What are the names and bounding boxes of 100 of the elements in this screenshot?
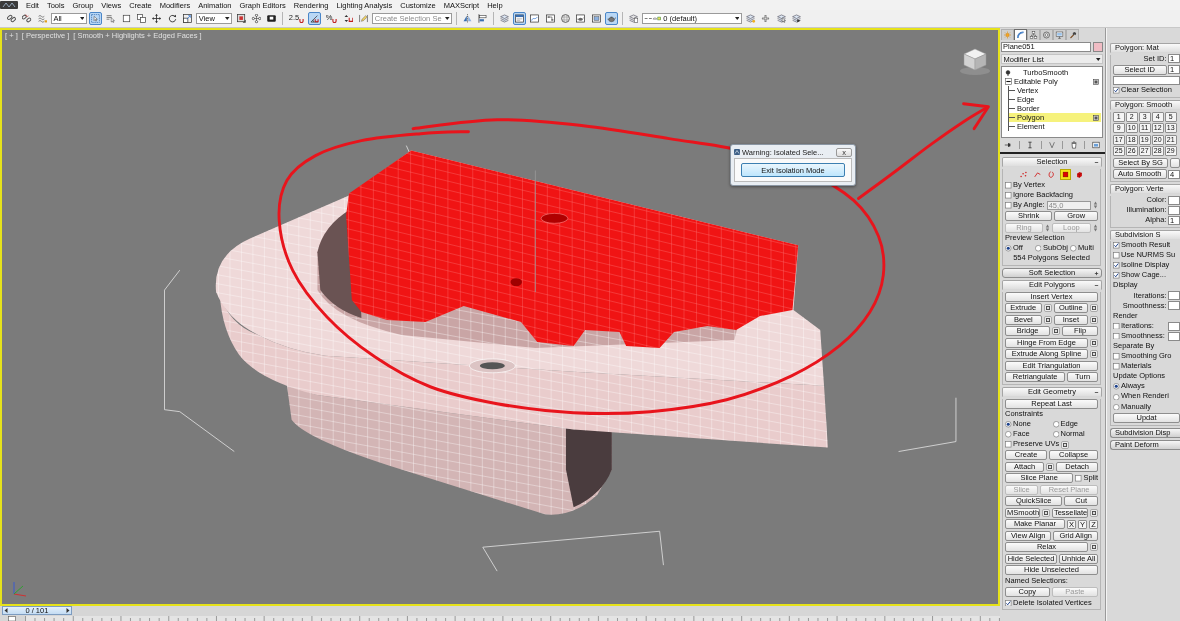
settings-icon[interactable]	[1090, 543, 1098, 552]
bent-curve-icon[interactable]	[1014, 29, 1027, 40]
radio-button[interactable]	[1052, 421, 1059, 428]
spinner-arrows-icon[interactable]	[1093, 223, 1098, 232]
chain-link-icon[interactable]	[5, 12, 18, 25]
settings-icon[interactable]	[1090, 338, 1098, 347]
broken-chain-icon[interactable]	[20, 12, 34, 25]
pencil-brackets-icon[interactable]	[357, 12, 371, 25]
settings-icon[interactable]	[1052, 327, 1061, 336]
settings-icon[interactable]	[1090, 315, 1098, 324]
settings-icon[interactable]	[1090, 508, 1098, 517]
align-bars-icon[interactable]	[476, 12, 490, 25]
checkbox[interactable]	[1005, 182, 1012, 189]
list-cursor-icon[interactable]	[104, 12, 118, 25]
input-field[interactable]	[1168, 291, 1180, 301]
radio-button[interactable]	[1005, 245, 1012, 252]
checker-sphere-icon[interactable]	[559, 12, 572, 25]
settings-icon[interactable]	[1041, 508, 1050, 517]
checkbox[interactable]	[1113, 322, 1120, 330]
settings-icon[interactable]	[1043, 315, 1052, 324]
scale-squares-icon[interactable]	[180, 12, 194, 25]
polygon-square-icon[interactable]	[1060, 168, 1071, 180]
checkbox[interactable]	[1113, 272, 1120, 279]
four-way-arrows-icon[interactable]	[150, 12, 164, 25]
spinner-arrows-icon[interactable]	[1044, 223, 1050, 232]
minus-toggle-icon[interactable]	[1094, 282, 1099, 288]
checkbox[interactable]	[1005, 599, 1012, 607]
layer-cursor-icon[interactable]	[774, 12, 788, 25]
input-field[interactable]	[1168, 301, 1180, 311]
configure-icon[interactable]	[1091, 141, 1100, 149]
settings-icon[interactable]	[1046, 462, 1055, 471]
angle-magnet-icon[interactable]	[308, 12, 322, 25]
hammer-icon[interactable]	[1066, 29, 1079, 40]
magnet-icon	[332, 19, 338, 23]
checkbox[interactable]	[1005, 192, 1012, 199]
layer-status-icon	[644, 16, 662, 21]
ribbon-window-icon[interactable]	[513, 12, 527, 25]
minus-box-icon[interactable]	[1005, 78, 1012, 85]
light-bulb-icon[interactable]	[1005, 69, 1011, 76]
monitor-icon[interactable]	[1053, 29, 1066, 40]
border-loop-icon[interactable]	[1046, 168, 1057, 180]
settings-icon[interactable]	[1090, 304, 1098, 313]
settings-icon[interactable]	[1043, 304, 1052, 313]
input-field[interactable]	[1168, 331, 1180, 341]
teapot-icon[interactable]	[604, 12, 618, 25]
checkbox[interactable]	[1113, 87, 1120, 94]
settings-icon[interactable]	[1061, 440, 1070, 449]
checkbox[interactable]	[1113, 252, 1120, 259]
color-swatch-icon[interactable]	[1093, 42, 1103, 52]
disc-icon[interactable]	[1040, 29, 1053, 40]
cursor-in-box-icon[interactable]	[89, 12, 103, 25]
radio-button[interactable]	[1070, 245, 1077, 252]
checkbox[interactable]	[1113, 332, 1120, 340]
checkbox[interactable]	[1005, 202, 1012, 209]
command-button[interactable]	[1169, 157, 1180, 168]
square-in-square-icon[interactable]	[1093, 114, 1099, 121]
curve-window-icon[interactable]	[528, 12, 542, 25]
ibeam-icon[interactable]	[1026, 141, 1035, 149]
pivot-square-icon[interactable]	[234, 12, 248, 25]
input-field[interactable]	[1113, 75, 1180, 85]
input-field[interactable]	[1168, 195, 1180, 205]
layer-arrow-icon[interactable]	[790, 12, 803, 25]
checkbox[interactable]	[1113, 242, 1120, 249]
checkbox[interactable]	[1005, 441, 1012, 448]
input-field[interactable]	[1168, 321, 1180, 331]
overlapping-squares-icon[interactable]	[135, 12, 149, 25]
radio-button[interactable]	[1113, 403, 1120, 411]
radio-button[interactable]	[1052, 431, 1059, 438]
picture-window-icon[interactable]	[589, 12, 603, 25]
input-field[interactable]	[1168, 205, 1180, 215]
checkbox[interactable]	[1113, 262, 1120, 269]
radio-button[interactable]	[1005, 421, 1012, 428]
trash-icon[interactable]	[1069, 141, 1078, 149]
chevron-down-icon[interactable]	[1047, 141, 1056, 149]
teapot-window-icon[interactable]	[574, 12, 588, 25]
layer-sheets-icon[interactable]	[497, 12, 511, 25]
plus-toggle-icon[interactable]	[1094, 270, 1099, 276]
radio-button[interactable]	[1113, 393, 1120, 400]
right-arrow-icon[interactable]	[65, 608, 70, 613]
square-in-square-icon[interactable]	[1093, 78, 1099, 85]
minus-toggle-icon[interactable]	[1094, 159, 1099, 165]
settings-icon[interactable]	[1090, 350, 1098, 359]
hierarchy-boxes-icon[interactable]	[1027, 29, 1040, 40]
keyboard-key-icon[interactable]	[265, 12, 279, 25]
app-logo-icon[interactable]	[0, 1, 18, 9]
pin-icon[interactable]	[1004, 141, 1013, 149]
checkbox[interactable]	[1113, 353, 1120, 360]
node-window-icon[interactable]	[543, 12, 557, 25]
new-layer-icon[interactable]	[744, 12, 758, 25]
connected-nodes-icon[interactable]	[249, 12, 263, 25]
magnet-icon	[299, 19, 305, 23]
left-arrow-icon[interactable]	[4, 608, 8, 613]
radio-button[interactable]	[1035, 245, 1042, 252]
spinner-arrows-icon[interactable]	[1093, 201, 1098, 210]
radio-button[interactable]	[1005, 431, 1012, 438]
checkbox[interactable]	[1075, 475, 1082, 482]
minus-toggle-icon[interactable]	[1094, 389, 1099, 395]
layer-stack-icon[interactable]	[626, 12, 640, 25]
checkbox[interactable]	[1113, 363, 1120, 370]
radio-button[interactable]	[1113, 383, 1120, 390]
